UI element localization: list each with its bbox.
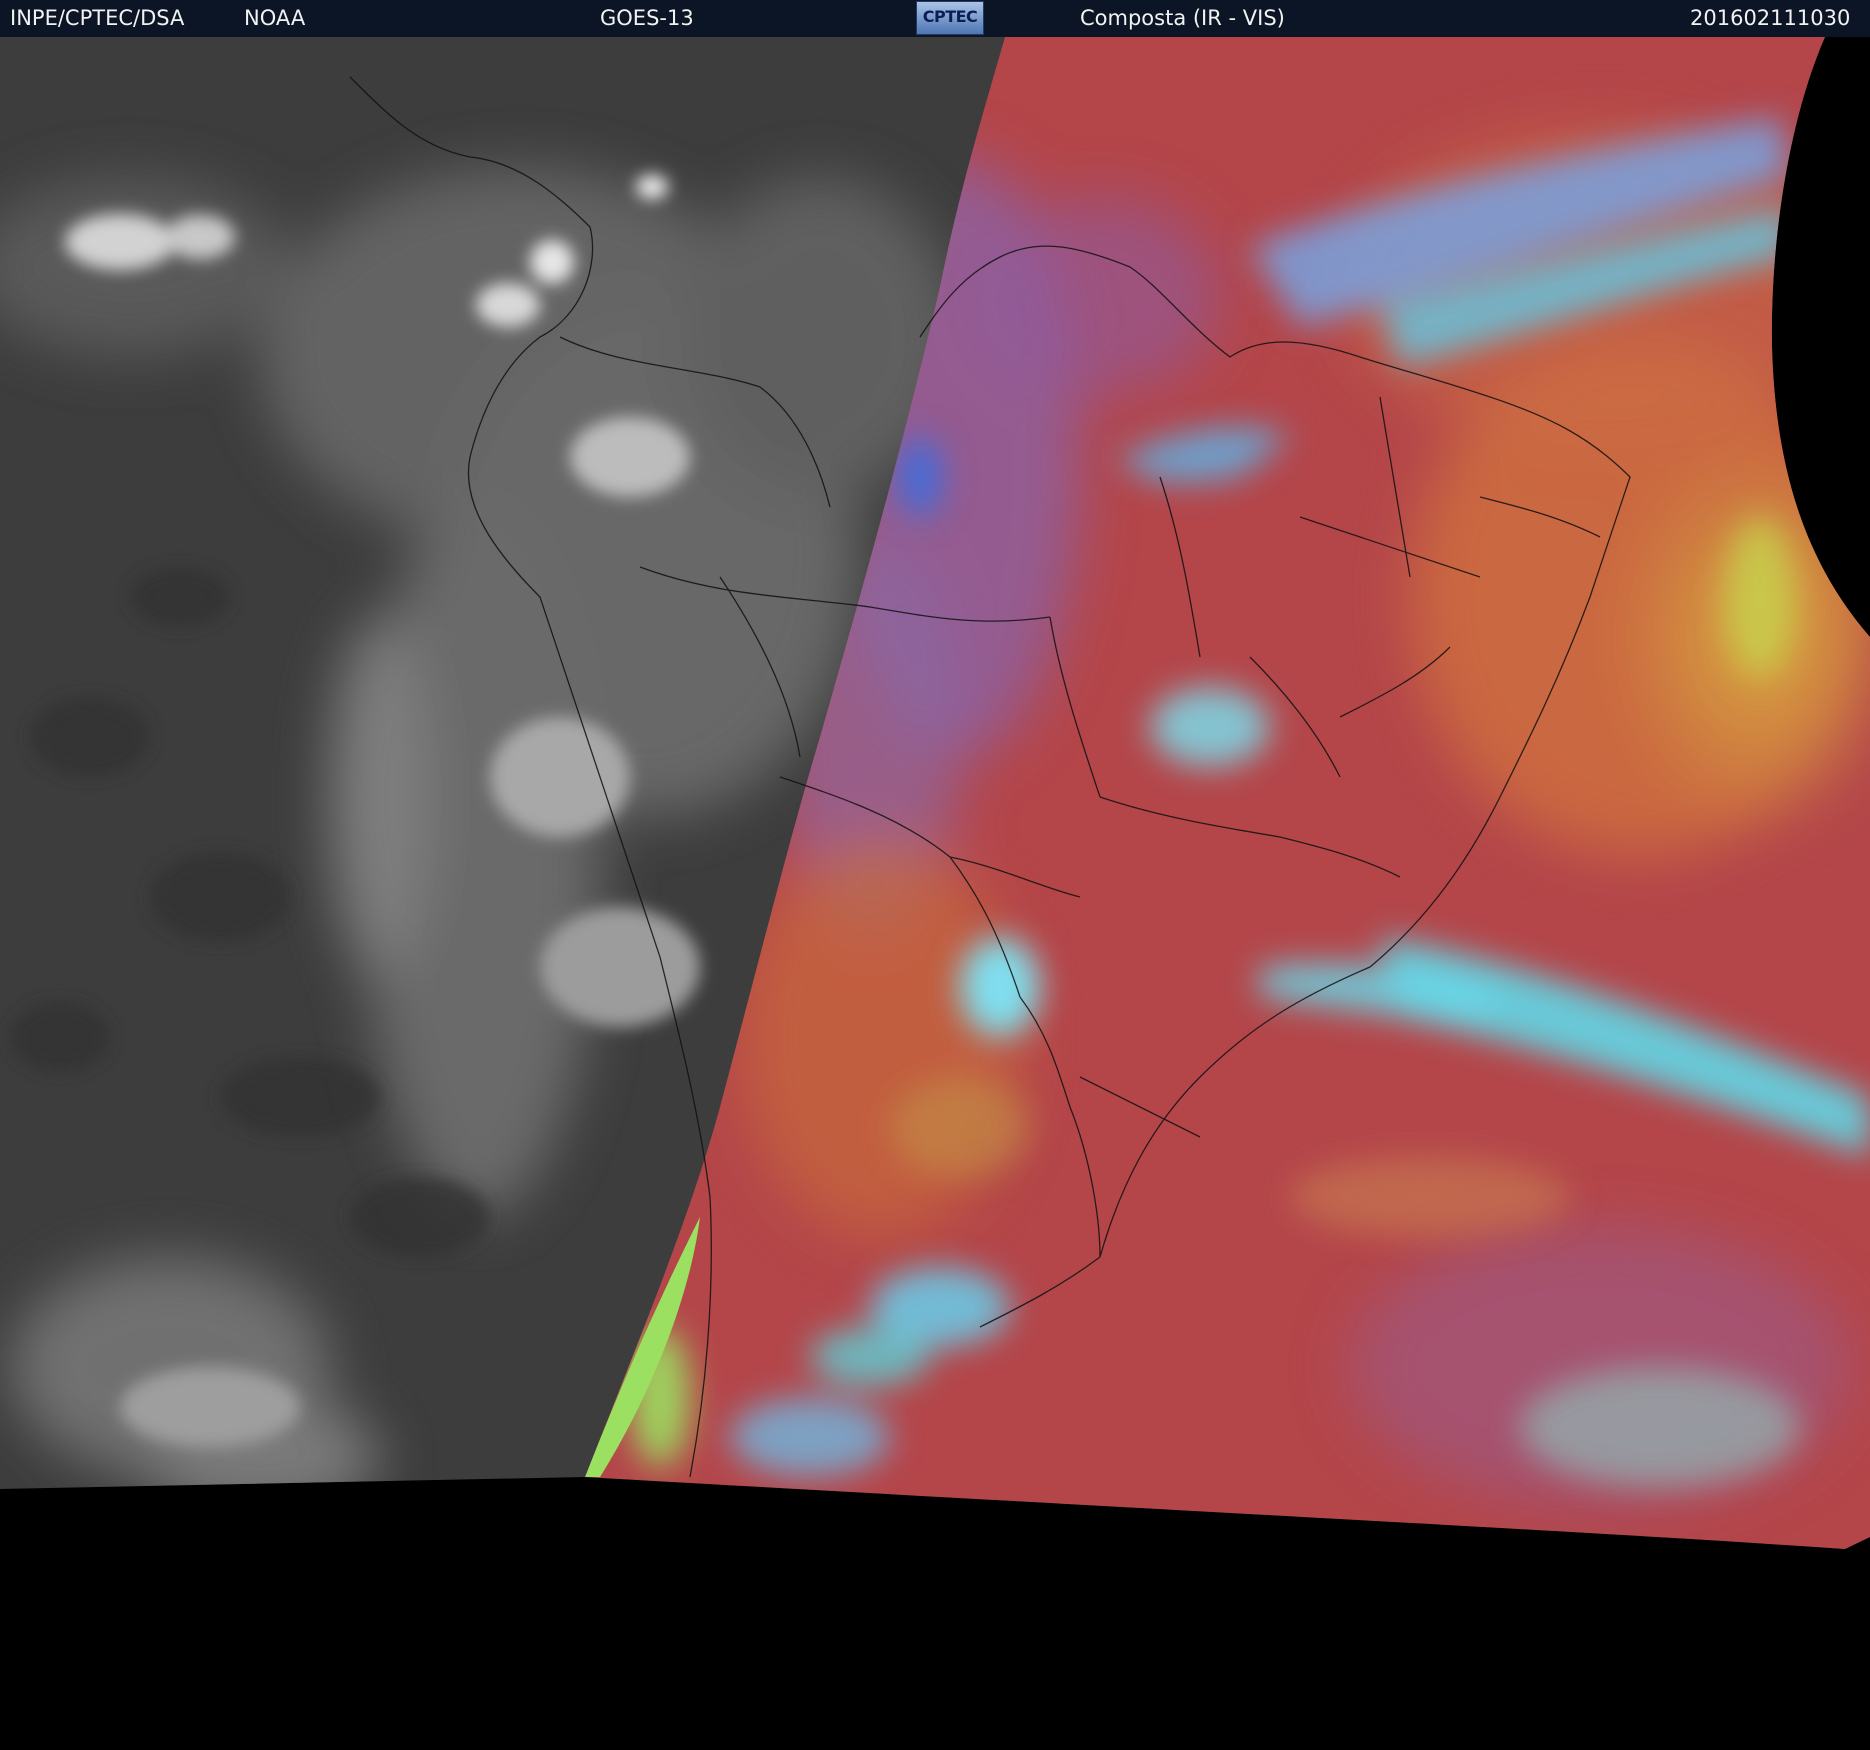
agency-label: NOAA bbox=[244, 6, 306, 30]
org-label: INPE/CPTEC/DSA bbox=[10, 6, 185, 30]
satellite-image bbox=[0, 37, 1870, 1750]
image-header: INPE/CPTEC/DSA NOAA GOES-13 CPTEC Compos… bbox=[0, 0, 1870, 37]
cptec-logo: CPTEC bbox=[916, 1, 984, 35]
satellite-label: GOES-13 bbox=[600, 6, 694, 30]
timestamp-label: 201602111030 bbox=[1690, 6, 1851, 30]
product-label: Composta (IR - VIS) bbox=[1080, 6, 1285, 30]
